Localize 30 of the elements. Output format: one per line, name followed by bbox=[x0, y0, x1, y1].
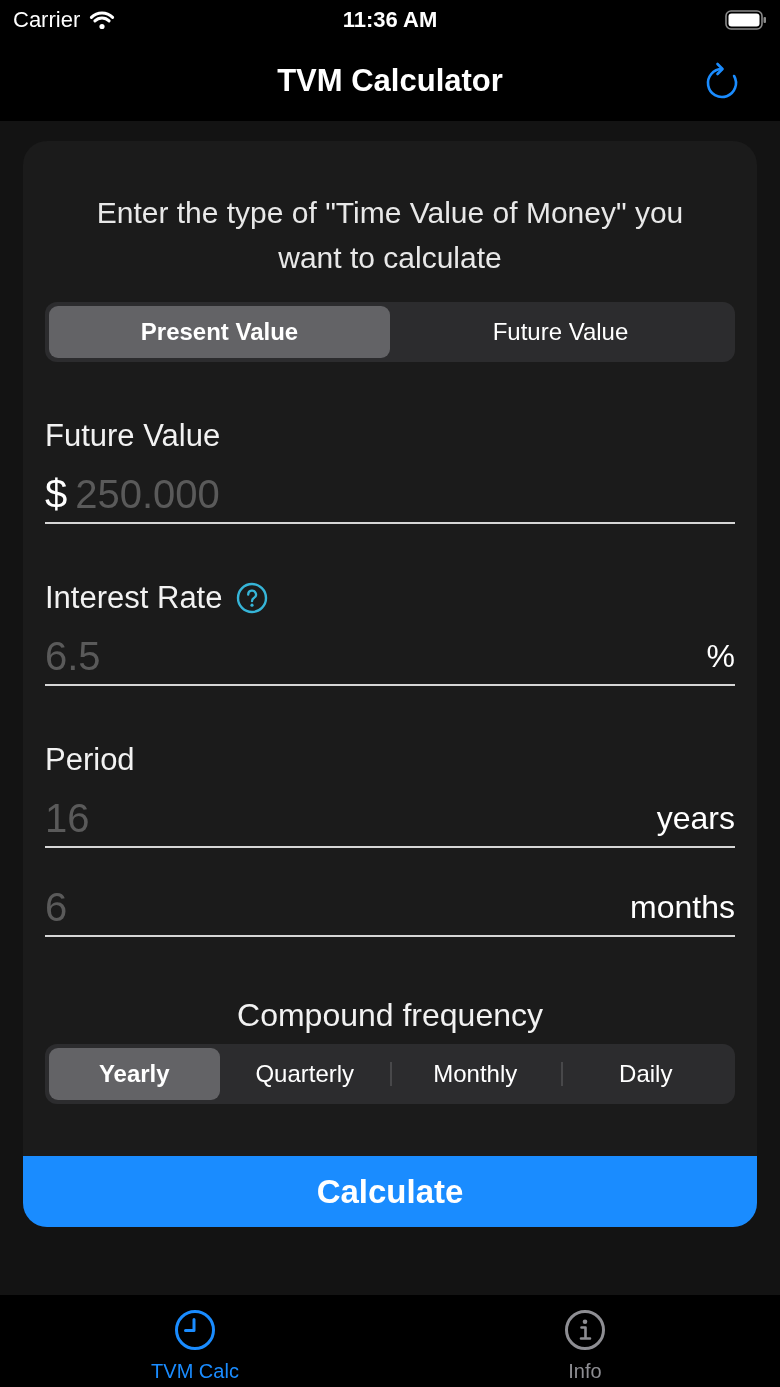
unit-label: months bbox=[630, 888, 735, 927]
clock-icon bbox=[174, 1309, 216, 1351]
tab-button[interactable]: TVM Calc bbox=[0, 1295, 390, 1387]
segment-tab[interactable]: Future Value bbox=[390, 306, 731, 358]
field-label: Period bbox=[45, 742, 135, 778]
segment-tab[interactable]: Monthly bbox=[390, 1048, 561, 1100]
input-field[interactable]: 250.000 bbox=[75, 472, 735, 516]
unit-label: % bbox=[706, 637, 735, 676]
segment-tab[interactable]: Present Value bbox=[49, 306, 390, 358]
field-label: Future Value bbox=[45, 418, 221, 454]
section-title: Compound frequency bbox=[236, 997, 544, 1033]
tab-button[interactable]: Info bbox=[390, 1295, 780, 1387]
input-field[interactable]: 6 bbox=[45, 885, 631, 929]
calculate-button[interactable]: Calculate bbox=[23, 1156, 757, 1227]
screen-title: TVM Calculator bbox=[277, 62, 503, 99]
segment-tab[interactable]: Daily bbox=[560, 1048, 731, 1100]
input-field[interactable]: 6.5 bbox=[45, 634, 707, 678]
input-field[interactable]: 16 bbox=[45, 796, 657, 840]
segment-tab[interactable]: Quarterly bbox=[219, 1048, 390, 1100]
currency-symbol: $ bbox=[45, 472, 68, 516]
segment-tab[interactable]: Yearly bbox=[49, 1048, 220, 1100]
help-icon[interactable] bbox=[236, 582, 269, 614]
instruction-text: Enter the type of "Time Value of Money" you want to calculate bbox=[95, 195, 685, 276]
carrier-label: Carrier bbox=[13, 7, 81, 33]
battery-icon bbox=[725, 10, 767, 30]
unit-label: years bbox=[656, 799, 735, 838]
wifi-icon bbox=[89, 10, 116, 30]
field-label: Interest Rate bbox=[45, 580, 223, 616]
info-icon bbox=[564, 1309, 606, 1351]
clock-time: 11:36 AM bbox=[342, 7, 438, 33]
